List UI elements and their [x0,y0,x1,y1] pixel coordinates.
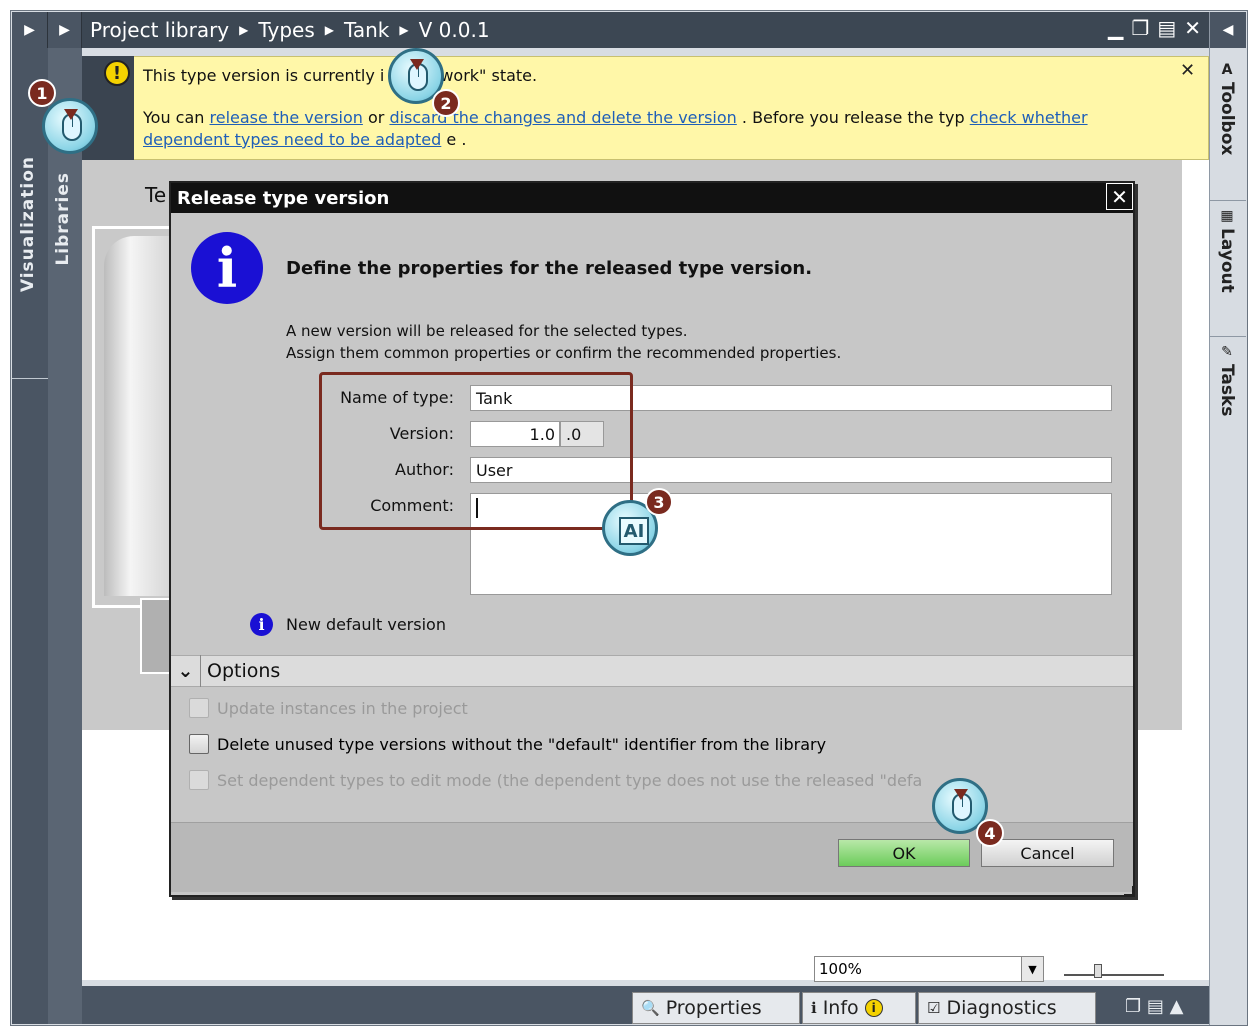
toolbox-tab-label[interactable]: Toolbox [1217,82,1237,155]
ok-button[interactable]: OK [838,839,970,867]
restore-icon[interactable]: ❐ [1131,16,1149,40]
warning-text-end: work" state. [440,66,538,85]
dialog-description-1: A new version will be released for the s… [286,322,688,340]
dialog-description-2: Assign them common properties or confirm… [286,344,842,362]
expand-panel-icon[interactable]: ▲ [1170,996,1184,1017]
properties-icon: 🔍 [641,999,660,1017]
check-dependent-types-link-cont[interactable]: dependent types need to be adapted [143,130,441,149]
warning-tail-text: e . [446,130,467,149]
breadcrumb-types[interactable]: Types [258,18,314,42]
step-1-mouse-callout-icon [42,98,98,154]
update-instances-label: Update instances in the project [217,698,468,718]
restore-panel-icon[interactable]: ❐ [1125,996,1141,1017]
maximize-icon[interactable]: ▤ [1157,16,1176,40]
check-dependent-types-link[interactable]: check whether [970,108,1088,127]
zoom-slider[interactable] [1064,960,1164,980]
valve-graphic[interactable] [140,598,172,674]
diagnostics-icon: ☑ [927,999,941,1017]
minimize-icon[interactable]: ▁ [1108,16,1123,40]
set-dependent-types-label: Set dependent types to edit mode (the de… [217,770,923,790]
toolbox-tab[interactable]: A Toolbox [1212,62,1242,192]
visualization-strip[interactable]: Visualization [12,48,82,1024]
tasks-tab-label[interactable]: Tasks [1217,364,1237,416]
delete-unused-versions-option[interactable]: Delete unused type versions without the … [189,734,826,754]
layout-tab[interactable]: ▦ Layout [1212,208,1242,328]
cancel-button[interactable]: Cancel [981,839,1114,867]
info-tab[interactable]: ℹ Info i [802,992,916,1024]
warning-line-2: You can release the version or discard t… [143,108,1088,127]
warning-line-1: This type version is currently i work" st… [143,66,537,85]
step-2-badge: 2 [432,89,460,117]
step-1-badge: 1 [28,79,56,107]
resize-grip-icon[interactable] [1124,886,1134,896]
callout-connector-line [470,527,600,530]
set-dependent-types-checkbox [189,770,209,790]
information-icon: i [191,232,263,304]
diagnostics-tab-label: Diagnostics [946,997,1057,1019]
warning-line-3: dependent types need to be adapted e . [143,130,466,149]
tasks-icon: ✎ [1221,344,1233,360]
tasks-tab[interactable]: ✎ Tasks [1212,344,1242,454]
libraries-strip[interactable]: Libraries [48,48,82,1024]
chevron-down-icon[interactable]: ⌄ [171,655,201,687]
close-icon[interactable]: ✕ [1184,16,1201,40]
dialog-close-icon[interactable]: ✕ [1106,183,1133,210]
diagnostics-tab[interactable]: ☑ Diagnostics [918,992,1096,1024]
delete-unused-versions-checkbox[interactable] [189,734,209,754]
bottom-window-controls: ❐ ▤ ▲ [1125,996,1183,1017]
options-section-header[interactable]: ⌄ Options [171,655,1133,687]
chevron-down-icon[interactable]: ▼ [1021,957,1043,981]
menu-panel-icon[interactable]: ▤ [1147,996,1164,1017]
options-label: Options [207,660,281,682]
warning-icon: ! [104,60,130,86]
update-instances-checkbox [189,698,209,718]
step-3-badge: 3 [645,488,673,516]
breadcrumb-separator-icon: ▶ [399,23,409,37]
info-icon: i [250,613,273,636]
visualization-tab-label[interactable]: Visualization [18,156,38,292]
warning-before-text: . Before you release the typ [741,108,965,127]
info-tab-label: Info [822,997,859,1019]
layout-icon: ▦ [1220,208,1234,224]
libraries-tab-label[interactable]: Libraries [53,172,73,266]
layout-tab-label[interactable]: Layout [1217,228,1237,293]
fields-highlight-frame [319,372,633,530]
breadcrumb-tank[interactable]: Tank [344,18,389,42]
editor-title-bar: Project library ▶ Types ▶ Tank ▶ V 0.0.1… [82,12,1209,48]
set-dependent-types-option: Set dependent types to edit mode (the de… [189,770,922,790]
breadcrumb-separator-icon: ▶ [324,23,334,37]
dialog-title: Release type version [171,183,1133,213]
warning-you-can-text: You can [143,108,205,127]
expand-libraries-arrow-icon[interactable]: ▶ [48,12,82,48]
dialog-heading: Define the properties for the released t… [286,258,813,279]
update-instances-option: Update instances in the project [189,698,468,718]
zoom-select[interactable]: 100% ▼ [814,956,1044,982]
breadcrumb-separator-icon: ▶ [239,23,249,37]
delete-unused-versions-label[interactable]: Delete unused type versions without the … [217,735,826,754]
warning-text-start: This type version is currently i [143,66,385,85]
breadcrumb-project-library[interactable]: Project library [90,18,229,42]
properties-tab[interactable]: 🔍 Properties [632,992,800,1024]
step-4-badge: 4 [976,819,1004,847]
properties-tab-label: Properties [665,997,762,1019]
warning-or-text: or [367,108,385,127]
breadcrumb-version[interactable]: V 0.0.1 [419,18,490,42]
info-tab-icon: ℹ [811,999,817,1017]
screen-title-text: Te [145,183,167,207]
zoom-slider-thumb[interactable] [1094,964,1102,978]
release-version-link[interactable]: release the version [210,108,363,127]
zoom-value: 100% [819,960,862,978]
toolbox-icon: A [1221,62,1233,78]
new-default-version-note: New default version [286,615,446,634]
tank-graphic[interactable] [104,236,170,596]
info-warning-badge-icon: i [864,999,883,1017]
warning-close-icon[interactable]: ✕ [1180,60,1195,81]
collapse-left-arrow-icon[interactable]: ▶ [12,12,48,48]
collapse-right-arrow-icon[interactable]: ◀ [1210,12,1246,48]
